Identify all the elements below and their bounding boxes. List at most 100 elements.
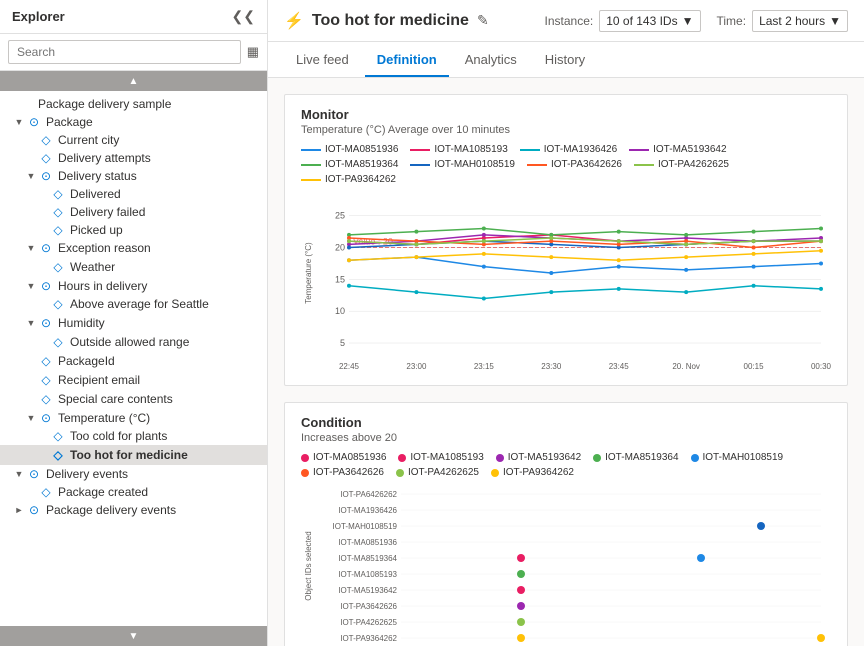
legend-line: [301, 164, 321, 166]
sidebar-item-hours-in-delivery[interactable]: ▼⊙Hours in delivery: [0, 277, 267, 295]
chevron-icon: ▼: [24, 281, 38, 291]
legend-label: IOT-MAH0108519: [434, 159, 515, 170]
monitor-card: Monitor Temperature (°C) Average over 10…: [284, 94, 848, 386]
legend-item-iot5: IOT-MA8519364: [301, 159, 398, 170]
svg-text:00:15: 00:15: [744, 362, 765, 371]
sidebar-item-delivery-events[interactable]: ▼⊙Delivery events: [0, 465, 267, 483]
condition-legend-item-c7: IOT-PA4262625: [396, 467, 479, 478]
svg-text:20. Nov: 20. Nov: [672, 362, 700, 371]
tree-item-label: Humidity: [58, 316, 241, 330]
sidebar-item-exception-reason[interactable]: ▼⊙Exception reason: [0, 239, 267, 257]
instance-select[interactable]: 10 of 143 IDs ▼: [599, 10, 700, 32]
sidebar-item-humidity[interactable]: ▼⊙Humidity···: [0, 313, 267, 333]
sidebar-collapse-button[interactable]: ❮❮: [232, 8, 255, 25]
sidebar-item-current-city[interactable]: ◇Current city: [0, 131, 267, 149]
svg-text:IOT-PA9364262: IOT-PA9364262: [340, 634, 397, 643]
lightning-icon: ⚡: [284, 11, 304, 31]
tree-item-label: Package: [46, 115, 263, 129]
tab-analytics[interactable]: Analytics: [453, 44, 529, 77]
tree-item-icon: ⊙: [38, 169, 54, 183]
svg-text:Object IDs selected: Object IDs selected: [304, 531, 313, 600]
sidebar-item-pkg-delivery[interactable]: Package delivery sample: [0, 95, 267, 113]
tree-item-label: Special care contents: [58, 392, 241, 406]
tree-item-icon: ◇: [38, 133, 54, 147]
chevron-icon: ▼: [24, 318, 38, 328]
search-input[interactable]: [8, 40, 241, 64]
svg-text:5: 5: [340, 338, 345, 348]
topbar: ⚡ Too hot for medicine ✎ Instance: 10 of…: [268, 0, 864, 42]
tree-item-label: Temperature (°C): [58, 411, 263, 425]
filter-icon[interactable]: ▦: [247, 44, 259, 60]
time-control: Time: Last 2 hours ▼: [717, 10, 849, 32]
tab-live-feed[interactable]: Live feed: [284, 44, 361, 77]
tree-item-label: Outside allowed range: [70, 335, 263, 349]
tab-history[interactable]: History: [533, 44, 597, 77]
tree-item-icon: ◇: [50, 448, 66, 462]
legend-line: [629, 149, 649, 151]
edit-icon[interactable]: ✎: [477, 12, 489, 29]
page-title-area: ⚡ Too hot for medicine ✎: [284, 11, 489, 31]
sidebar-item-picked-up[interactable]: ◇Picked up: [0, 221, 267, 239]
tree-item-icon: ◇: [50, 297, 66, 311]
scroll-down-arrow[interactable]: ▼: [0, 626, 267, 646]
svg-text:IOT-MA1936426: IOT-MA1936426: [338, 506, 397, 515]
sidebar-item-temperature-c[interactable]: ▼⊙Temperature (°C): [0, 409, 267, 427]
legend-item-iot7: IOT-PA3642626: [527, 159, 622, 170]
legend-item-iot8: IOT-PA4262625: [634, 159, 729, 170]
sidebar-item-special-care-contents[interactable]: ◇Special care contents···: [0, 389, 267, 409]
legend-dot: [496, 454, 504, 462]
search-bar: ▦: [0, 34, 267, 71]
condition-legend-item-c2: IOT-MA1085193: [398, 452, 483, 463]
tree-item-icon: ◇: [38, 485, 54, 499]
sidebar-item-too-cold-plants[interactable]: ◇Too cold for plants: [0, 427, 267, 445]
legend-label: IOT-MA5193642: [653, 144, 726, 155]
legend-line: [410, 149, 430, 151]
sidebar-item-delivery-failed[interactable]: ◇Delivery failed: [0, 203, 267, 221]
instance-control: Instance: 10 of 143 IDs ▼: [545, 10, 701, 32]
condition-svg: IOT-PA6426262IOT-MA1936426IOT-MAH0108519…: [301, 486, 831, 646]
svg-text:23:15: 23:15: [474, 362, 495, 371]
svg-text:23:30: 23:30: [541, 362, 562, 371]
tree-item-label: Above average for Seattle: [70, 297, 263, 311]
svg-text:IOT-MA1085193: IOT-MA1085193: [338, 570, 397, 579]
sidebar-item-package[interactable]: ▼⊙Package: [0, 113, 267, 131]
time-select[interactable]: Last 2 hours ▼: [752, 10, 848, 32]
tab-definition[interactable]: Definition: [365, 44, 449, 77]
tree-item-icon: ◇: [50, 335, 66, 349]
sidebar-item-package-created[interactable]: ◇Package created: [0, 483, 267, 501]
legend-label: IOT-PA9364262: [325, 174, 396, 185]
scroll-up-arrow[interactable]: ▲: [0, 71, 267, 91]
condition-subtitle: Increases above 20: [301, 432, 831, 444]
chevron-down-icon: ▼: [829, 14, 841, 28]
sidebar-item-too-hot-medicine[interactable]: ◇Too hot for medicine···: [0, 445, 267, 465]
sidebar-item-recipient-email[interactable]: ◇Recipient email: [0, 371, 267, 389]
sidebar-item-delivered[interactable]: ◇Delivered: [0, 185, 267, 203]
legend-dot: [396, 469, 404, 477]
monitor-subtitle: Temperature (°C) Average over 10 minutes: [301, 124, 831, 136]
sidebar-item-weather[interactable]: ◇Weather···: [0, 257, 267, 277]
condition-legend-label: IOT-PA9364262: [503, 467, 574, 478]
sidebar-item-outside-allowed-range[interactable]: ◇ Outside allowed range: [0, 333, 267, 351]
tree-item-label: Too cold for plants: [70, 429, 263, 443]
chevron-icon: ▼: [24, 243, 38, 253]
condition-title: Condition: [301, 415, 831, 430]
sidebar-item-delivery-attempts[interactable]: ◇Delivery attempts: [0, 149, 267, 167]
sidebar-item-above-average-seattle[interactable]: ◇ Above average for Seattle: [0, 295, 267, 313]
legend-dot: [301, 469, 309, 477]
tree-item-label: Package delivery sample: [38, 97, 263, 111]
tree-item-label: Delivered: [70, 187, 263, 201]
svg-text:00:30: 00:30: [811, 362, 831, 371]
sidebar-item-delivery-status[interactable]: ▼⊙Delivery status: [0, 167, 267, 185]
tree-item-label: Too hot for medicine: [70, 448, 241, 462]
sidebar-title: Explorer: [12, 9, 65, 24]
chevron-icon: ▼: [12, 469, 26, 479]
condition-legend-label: IOT-MA5193642: [508, 452, 581, 463]
chevron-down-icon: ▼: [682, 14, 694, 28]
svg-text:Temperature (°C): Temperature (°C): [304, 242, 313, 304]
sidebar-item-pkg-delivery-events[interactable]: ►⊙Package delivery events: [0, 501, 267, 519]
sidebar-item-package-id[interactable]: ◇PackageId···: [0, 351, 267, 371]
condition-legend-item-c5: IOT-MAH0108519: [691, 452, 784, 463]
tree-item-label: Hours in delivery: [58, 279, 263, 293]
condition-legend: IOT-MA0851936IOT-MA1085193IOT-MA5193642I…: [301, 452, 831, 478]
legend-item-iot4: IOT-MA5193642: [629, 144, 726, 155]
